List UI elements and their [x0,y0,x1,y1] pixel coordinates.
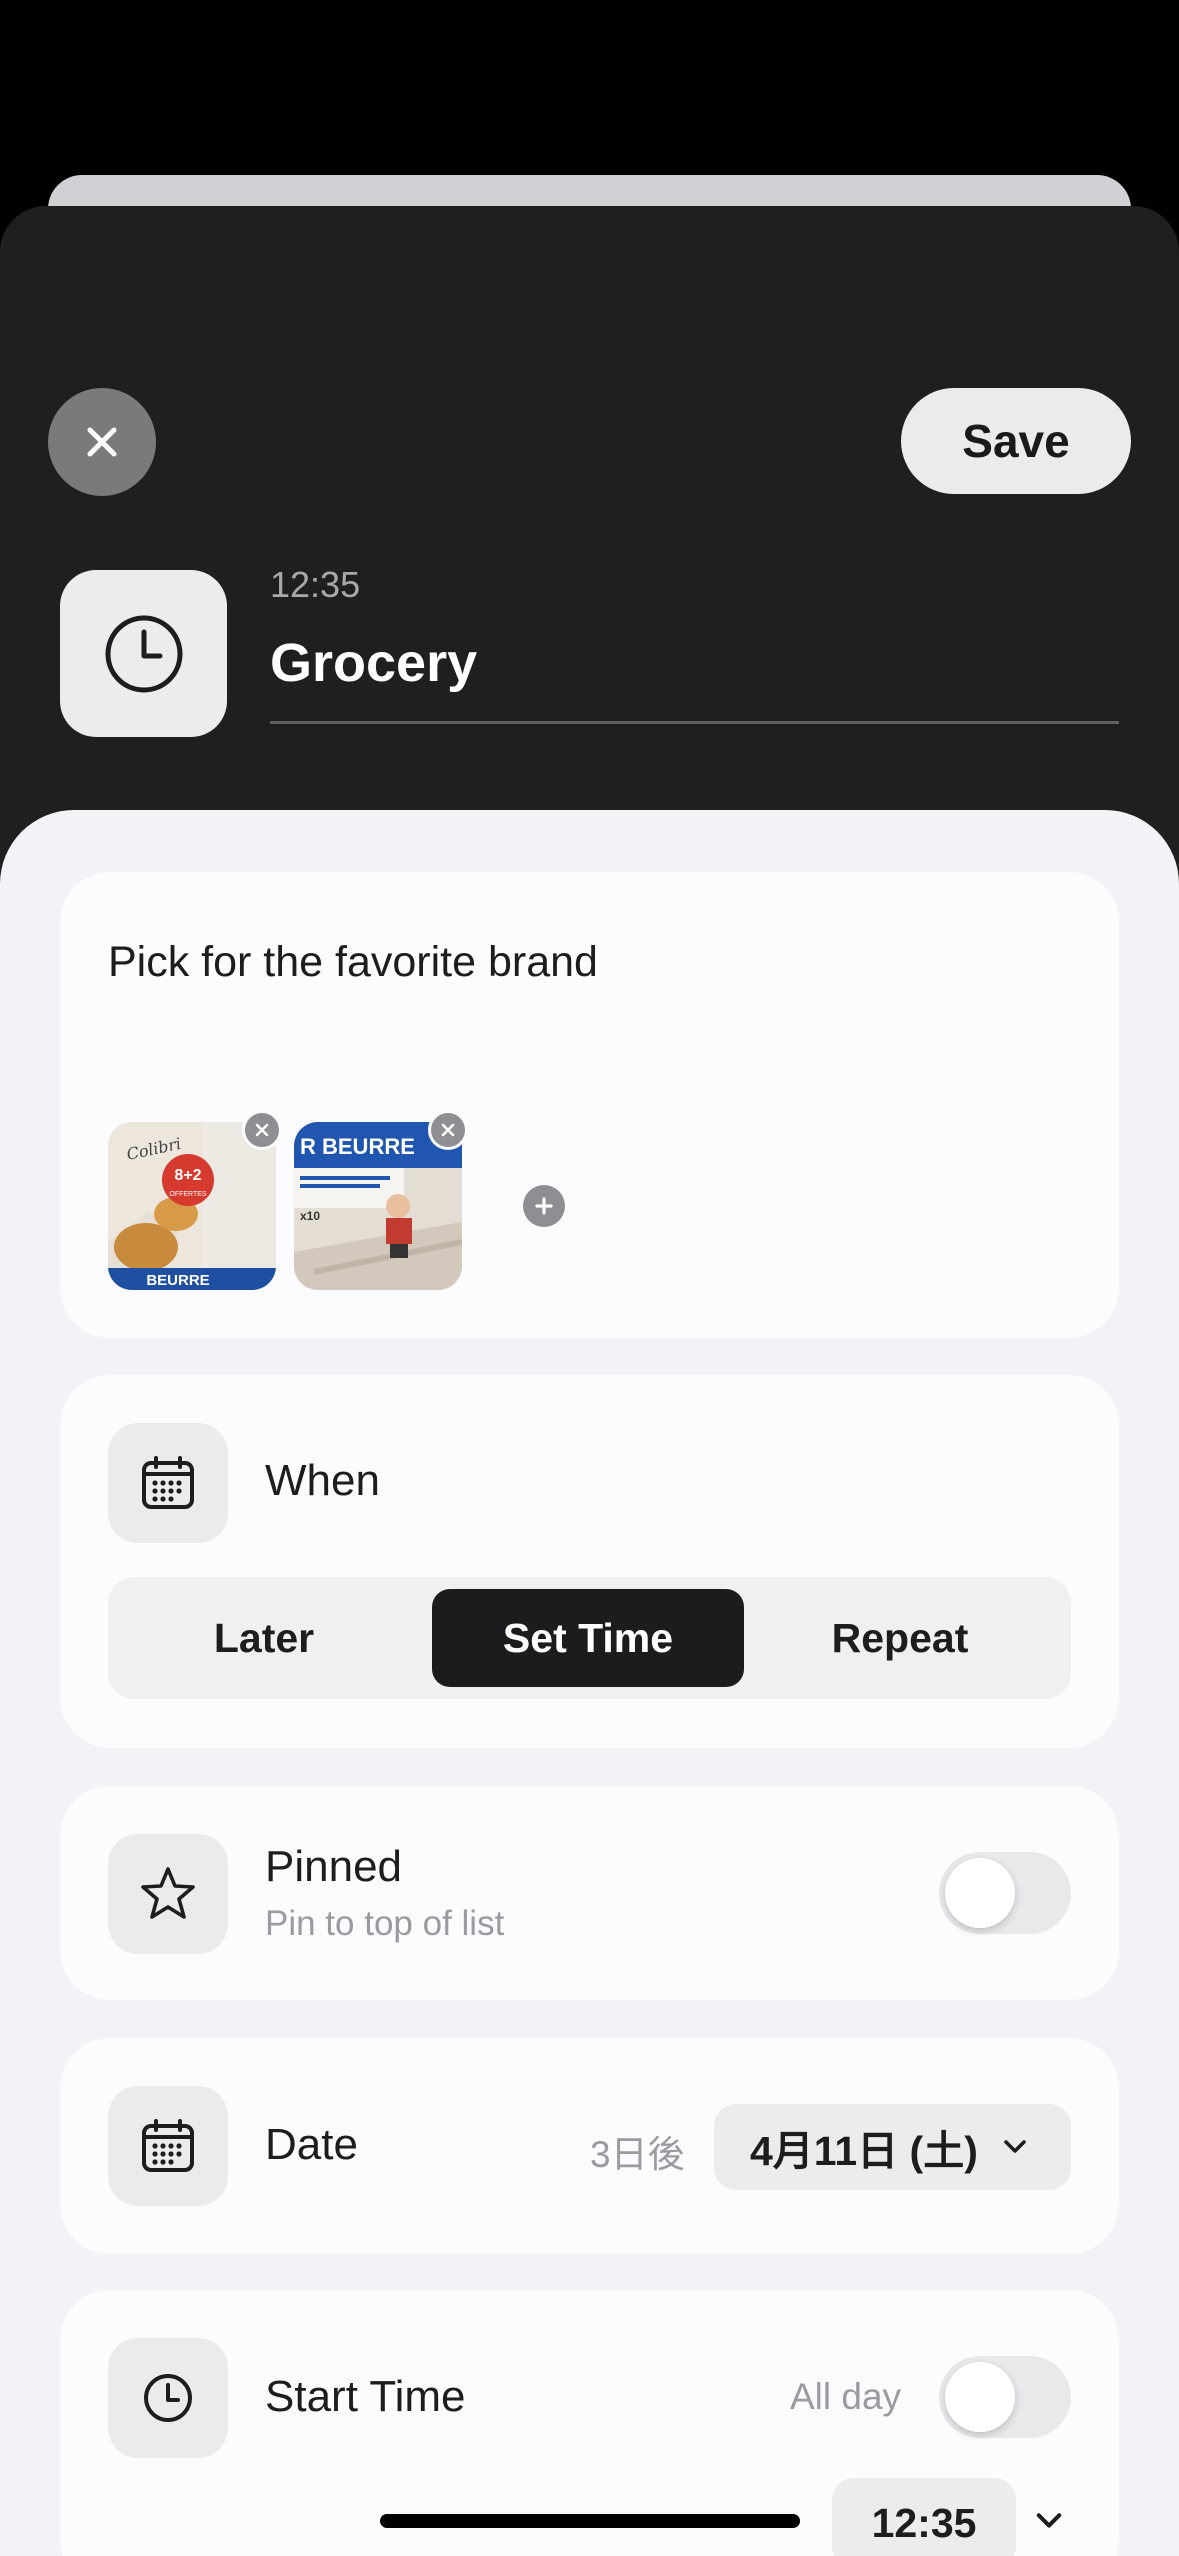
all-day-toggle[interactable] [939,2356,1071,2438]
when-label: When [265,1456,380,1505]
home-indicator [380,2514,800,2528]
close-button[interactable] [48,388,156,496]
pinned-icon-tile [108,1834,228,1954]
title-underline [270,721,1119,724]
start-time-icon-tile [108,2338,228,2458]
note-card: Pick for the favorite brand 8+2 OFFERTES… [60,872,1119,1338]
start-time-value: 12:35 [871,2499,977,2546]
chevron-down-icon [1004,2140,1026,2153]
date-icon-tile [108,2086,228,2206]
pinned-subtitle: Pin to top of list [265,1904,505,1943]
all-day-label: All day [790,2376,902,2417]
date-value: 4月11日 (土) [750,2128,978,2174]
photo-1-badge-sub: OFFERTES [169,1191,207,1198]
reminder-type-tile[interactable] [60,570,227,737]
status-bar-area [0,0,1179,175]
star-icon [141,1867,195,1919]
date-label: Date [265,2120,358,2169]
segment-repeat[interactable]: Repeat [744,1589,1056,1687]
photo-1-badge-text: 8+2 [174,1167,201,1184]
plus-icon [535,1197,553,1215]
pinned-toggle[interactable] [939,1852,1071,1934]
header-time: 12:35 [270,564,361,605]
chevron-down-icon[interactable] [1032,2504,1066,2538]
when-card: When Later Set Time Repeat [60,1375,1119,1748]
date-card: Date 3日後 4月11日 (土) [60,2038,1119,2254]
start-time-label: Start Time [265,2372,466,2421]
photo-2-small-text: x10 [300,1209,320,1223]
remove-photo-button[interactable] [428,1110,468,1150]
save-button[interactable]: Save [901,388,1131,494]
start-time-picker-button[interactable]: 12:35 [832,2478,1016,2556]
pinned-card: Pinned Pin to top of list [60,1786,1119,2000]
date-picker-button[interactable]: 4月11日 (土) [714,2104,1071,2190]
close-icon [255,1123,269,1137]
calendar-icon [142,1456,194,1509]
toggle-knob [945,2362,1015,2432]
calendar-icon [142,2119,194,2172]
add-photo-button[interactable] [523,1185,565,1227]
segment-set-time[interactable]: Set Time [432,1589,744,1687]
remove-photo-button[interactable] [242,1110,282,1150]
toggle-knob [945,1858,1015,1928]
title-input[interactable]: Grocery [270,632,477,694]
segment-later[interactable]: Later [108,1589,420,1687]
close-icon [441,1123,455,1137]
note-text[interactable]: Pick for the favorite brand [108,938,598,987]
date-relative-hint: 3日後 [590,2134,685,2175]
when-segmented-control: Later Set Time Repeat [108,1577,1071,1699]
when-icon-tile [108,1423,228,1543]
close-icon [87,427,117,457]
photo-2-top-text: R BEURRE [300,1134,415,1159]
pinned-label: Pinned [265,1842,403,1891]
clock-icon [144,2374,192,2422]
clock-icon [105,615,182,692]
photo-1-bottom-text: BEURRE [146,1272,209,1289]
